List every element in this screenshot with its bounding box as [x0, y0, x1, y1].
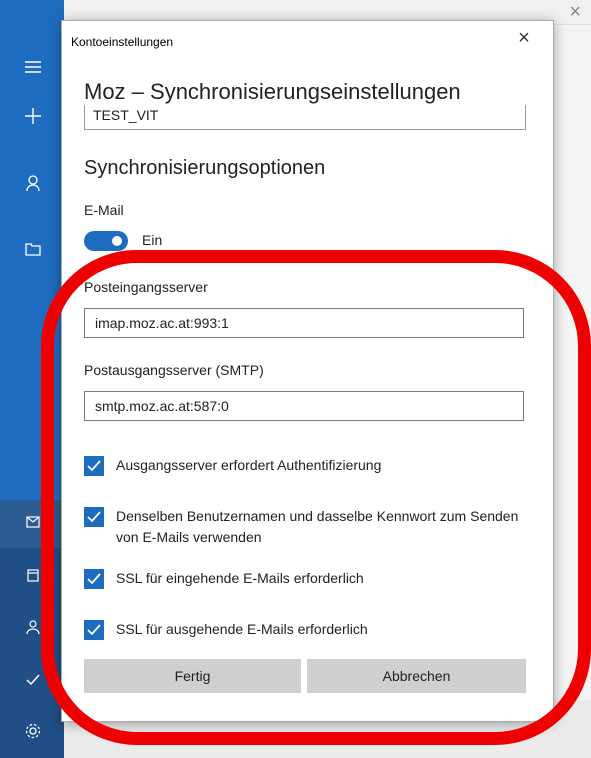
email-label: E-Mail	[84, 202, 124, 218]
annotation-highlight-ring	[41, 250, 591, 745]
gear-icon[interactable]	[22, 723, 44, 745]
email-toggle-state: Ein	[142, 232, 163, 248]
hamburger-icon[interactable]	[22, 58, 44, 80]
email-toggle[interactable]	[84, 231, 128, 251]
todo-icon[interactable]	[22, 670, 44, 692]
close-icon[interactable]: ×	[511, 27, 537, 50]
background-close-icon[interactable]: ×	[569, 0, 581, 24]
person-icon[interactable]	[22, 175, 44, 197]
page-title: Moz – Synchronisierungseinstellungen	[84, 79, 461, 104]
account-name-field[interactable]: TEST_VIT	[84, 105, 526, 130]
folder-icon[interactable]	[22, 240, 44, 262]
sync-options-heading: Synchronisierungsoptionen	[84, 157, 326, 179]
dialog-titlebar: Kontoeinstellungen ×	[62, 21, 553, 63]
dialog-title: Kontoeinstellungen	[71, 35, 174, 49]
account-name-value: TEST_VIT	[93, 107, 159, 123]
plus-icon[interactable]	[22, 108, 44, 130]
